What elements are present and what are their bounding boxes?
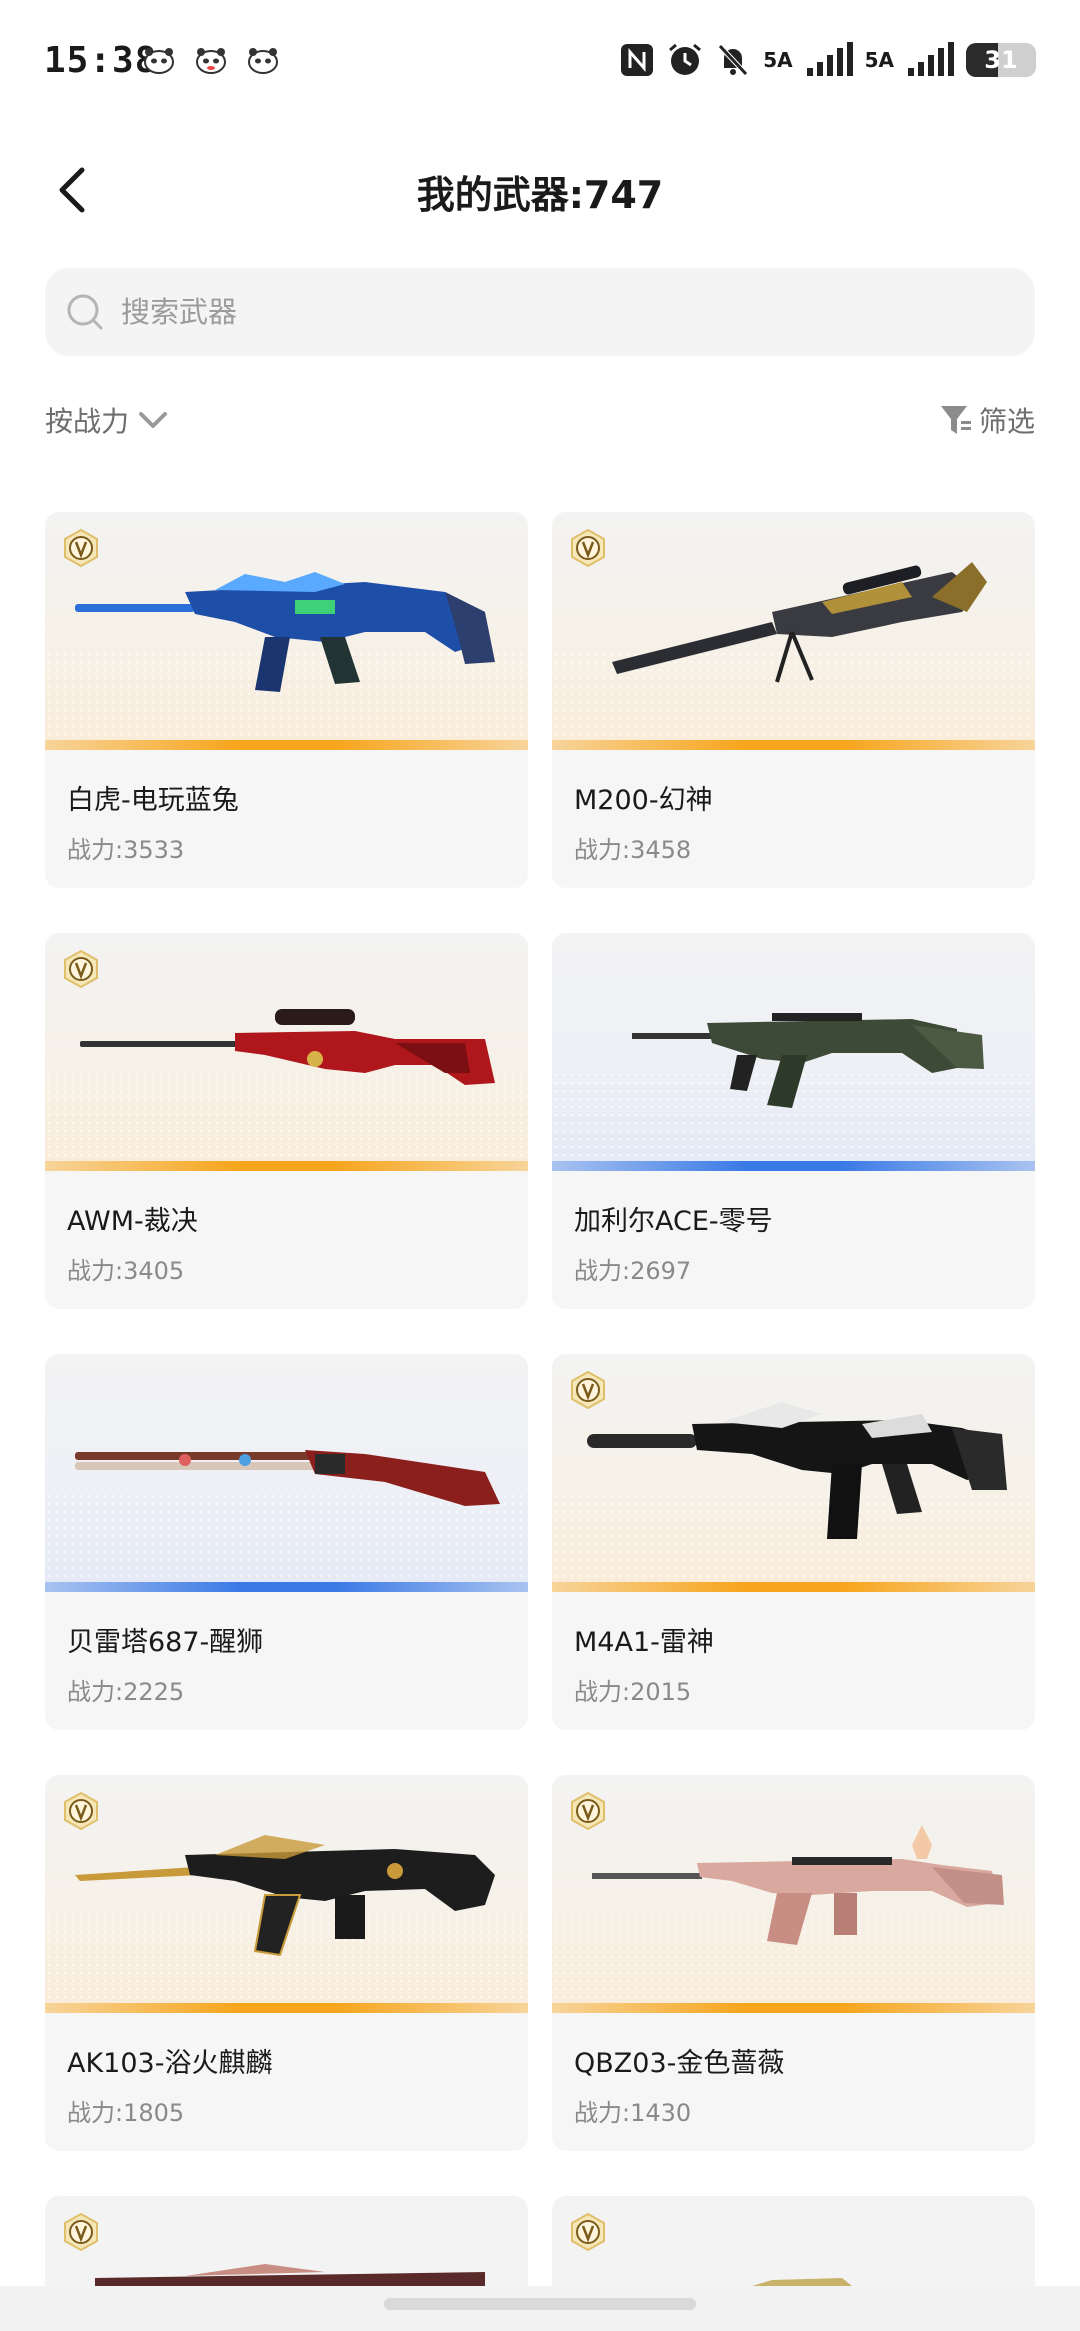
panda-icon xyxy=(196,48,226,74)
filter-label: 筛选 xyxy=(978,405,1035,438)
weapon-image xyxy=(45,933,528,1171)
weapon-image xyxy=(552,512,1035,750)
v-badge-icon xyxy=(64,2212,98,2252)
weapon-card[interactable]: M200-幻神 战力:3458 xyxy=(552,512,1035,888)
v-badge-icon xyxy=(571,2212,605,2252)
weapon-card[interactable] xyxy=(552,2196,1035,2286)
weapon-image xyxy=(95,2264,485,2286)
weapon-name: QBZ03-金色蔷薇 xyxy=(574,2048,785,2079)
weapon-power: 战力:3458 xyxy=(574,836,692,864)
status-time: 15:38 xyxy=(44,40,158,81)
partial-card-row xyxy=(45,2196,1035,2286)
panda-icon xyxy=(248,48,278,74)
weapon-power: 战力:2225 xyxy=(67,1678,185,1706)
weapon-card[interactable]: 白虎-电玩蓝兔 战力:3533 xyxy=(45,512,528,888)
weapon-card[interactable]: M4A1-雷神 战力:2015 xyxy=(552,1354,1035,1730)
home-indicator[interactable] xyxy=(384,2298,696,2310)
weapon-power: 战力:3533 xyxy=(67,836,185,864)
weapon-card[interactable]: AK103-浴火麒麟 战力:1805 xyxy=(45,1775,528,2151)
weapon-name: M4A1-雷神 xyxy=(574,1627,714,1658)
weapon-power: 战力:1805 xyxy=(67,2099,185,2127)
weapon-power: 战力:3405 xyxy=(67,1257,185,1285)
sort-label: 按战力 xyxy=(45,405,130,438)
weapon-card[interactable] xyxy=(45,2196,528,2286)
weapon-image xyxy=(552,1354,1035,1592)
weapon-image xyxy=(552,1775,1035,2013)
sort-dropdown[interactable]: 按战力 xyxy=(45,400,169,440)
signal-icon xyxy=(908,42,954,76)
search-icon xyxy=(67,294,103,330)
weapon-name: AWM-裁决 xyxy=(67,1206,198,1237)
weapon-name: 加利尔ACE-零号 xyxy=(574,1206,773,1237)
weapon-name: AK103-浴火麒麟 xyxy=(67,2048,273,2079)
rifle-qbz03-image xyxy=(592,1825,1004,1945)
weapon-power: 战力:1430 xyxy=(574,2099,692,2127)
weapon-card[interactable]: 加利尔ACE-零号 战力:2697 xyxy=(552,933,1035,1309)
weapon-image xyxy=(552,933,1035,1171)
page-title: 我的武器:747 xyxy=(416,173,664,217)
mute-icon xyxy=(718,44,749,76)
weapon-name: 贝雷塔687-醒狮 xyxy=(67,1627,264,1658)
weapon-image xyxy=(45,512,528,750)
status-indicators: 5A 5A 31 xyxy=(619,40,1036,80)
alarm-icon xyxy=(669,43,702,75)
sniper-awm-image xyxy=(80,1009,495,1085)
weapon-image xyxy=(752,2278,852,2286)
weapon-card[interactable]: 贝雷塔687-醒狮 战力:2225 xyxy=(45,1354,528,1730)
weapon-image xyxy=(45,1775,528,2013)
panda-icon xyxy=(144,48,174,74)
rifle-white-tiger-image xyxy=(75,572,495,692)
filter-button[interactable]: 筛选 xyxy=(939,400,1035,440)
nfc-icon xyxy=(621,44,654,76)
chevron-down-icon xyxy=(139,412,168,428)
weapon-card[interactable]: AWM-裁决 战力:3405 xyxy=(45,933,528,1309)
shotgun-beretta-687-image xyxy=(75,1450,500,1506)
battery-indicator: 31 xyxy=(966,43,1036,77)
weapon-power: 战力:2015 xyxy=(574,1678,692,1706)
rifle-m4a1-image xyxy=(587,1402,1007,1539)
network-type: 5A xyxy=(864,48,894,72)
weapon-grid: 白虎-电玩蓝兔 战力:3533 M200-幻神 战力:3458 AWM-裁决 战… xyxy=(45,512,1035,2151)
header: 我的武器:747 xyxy=(0,140,1080,240)
weapon-name: 白虎-电玩蓝兔 xyxy=(67,785,239,816)
weapon-image xyxy=(45,1354,528,1592)
signal-icon xyxy=(806,42,853,76)
rifle-ak103-image xyxy=(75,1835,495,1957)
network-type: 5A xyxy=(763,48,793,72)
search-input[interactable] xyxy=(119,294,1003,330)
funnel-icon xyxy=(940,406,971,434)
search-bar[interactable] xyxy=(45,268,1035,356)
battery-level: 31 xyxy=(984,46,1018,74)
weapon-power: 战力:2697 xyxy=(574,1257,692,1285)
status-bar: 15:38 5A 5A 31 xyxy=(0,0,1080,130)
rifle-galil-ace-image xyxy=(632,1013,984,1108)
weapon-name: M200-幻神 xyxy=(574,785,713,816)
sniper-m200-image xyxy=(612,562,987,683)
weapon-card[interactable]: QBZ03-金色蔷薇 战力:1430 xyxy=(552,1775,1035,2151)
